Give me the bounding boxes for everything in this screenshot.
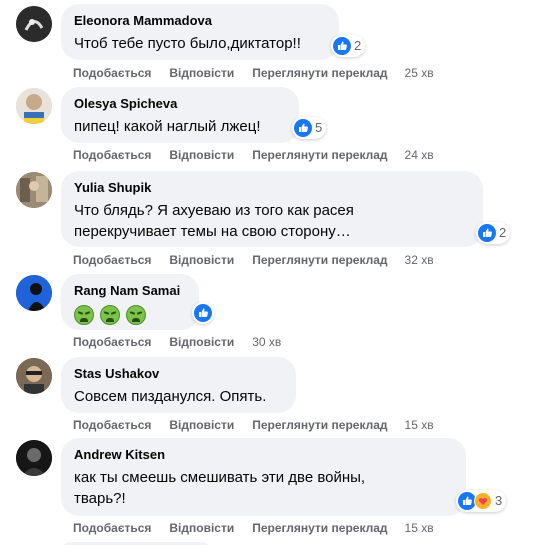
avatar-image bbox=[16, 440, 52, 476]
see-translation-button[interactable]: Переглянути переклад bbox=[252, 65, 387, 81]
avatar-image bbox=[16, 358, 52, 394]
timestamp[interactable]: 15 хв bbox=[405, 417, 434, 433]
comment-bubble: Yulia Shupik Что блядь? Я ахуеваю из тог… bbox=[61, 171, 483, 247]
comment-actions: Подобається Відповісти Переглянути перек… bbox=[73, 147, 434, 163]
see-translation-button[interactable]: Переглянути переклад bbox=[252, 417, 387, 433]
reply-button[interactable]: Відповісти bbox=[169, 334, 234, 350]
nauseated-face-icon bbox=[74, 305, 94, 325]
reply-button[interactable]: Відповісти bbox=[169, 65, 234, 81]
reaction-summary[interactable]: 5 bbox=[292, 117, 327, 139]
comment-bubble: Andrew Kitsen как ты смеешь смешивать эт… bbox=[61, 438, 466, 516]
reply-button[interactable]: Відповісти bbox=[169, 147, 234, 163]
reaction-summary[interactable]: 3 bbox=[456, 490, 507, 512]
like-button[interactable]: Подобається bbox=[73, 417, 151, 433]
comment-author[interactable]: Olesya Spicheva bbox=[74, 95, 287, 112]
timestamp[interactable]: 24 хв bbox=[405, 147, 434, 163]
avatar[interactable] bbox=[16, 440, 52, 476]
comment-actions: Подобається Відповісти Переглянути перек… bbox=[73, 520, 434, 536]
emoji-row bbox=[74, 305, 187, 325]
like-button[interactable]: Подобається bbox=[73, 252, 151, 268]
comment-text: Совсем пизданулся. Опять. bbox=[74, 388, 267, 405]
reaction-count: 5 bbox=[315, 120, 323, 135]
comment-text: пипец! какой наглый лжец! bbox=[74, 118, 261, 135]
avatar-image bbox=[16, 172, 52, 208]
comment-author[interactable]: Yulia Shupik bbox=[74, 179, 471, 196]
like-button[interactable]: Подобається bbox=[73, 334, 151, 350]
like-icon bbox=[294, 119, 312, 137]
like-icon bbox=[333, 37, 351, 55]
like-button[interactable]: Подобається bbox=[73, 520, 151, 536]
avatar[interactable] bbox=[16, 275, 52, 311]
comment-author[interactable]: Eleonora Mammadova bbox=[74, 12, 327, 29]
comment-actions: Подобається Відповісти Переглянути перек… bbox=[73, 417, 434, 433]
reaction-summary[interactable]: 2 bbox=[476, 222, 511, 244]
nauseated-face-icon bbox=[100, 305, 120, 325]
comment-author[interactable]: Rang Nam Samai bbox=[74, 282, 187, 299]
avatar-image bbox=[16, 88, 52, 124]
avatar[interactable] bbox=[16, 172, 52, 208]
reaction-summary[interactable] bbox=[192, 302, 214, 324]
reaction-count: 2 bbox=[354, 38, 362, 53]
see-translation-button[interactable]: Переглянути переклад bbox=[252, 147, 387, 163]
see-translation-button[interactable]: Переглянути переклад bbox=[252, 252, 387, 268]
care-icon bbox=[474, 492, 492, 510]
avatar-image bbox=[16, 275, 52, 311]
avatar-image bbox=[16, 6, 52, 42]
comment-bubble: Eleonora Mammadova Чтоб тебе пусто было,… bbox=[61, 4, 339, 60]
like-icon bbox=[478, 224, 496, 242]
comment-bubble: Olesya Spicheva пипец! какой наглый лжец… bbox=[61, 87, 299, 143]
like-button[interactable]: Подобається bbox=[73, 147, 151, 163]
timestamp[interactable]: 30 хв bbox=[252, 334, 281, 350]
reply-button[interactable]: Відповісти bbox=[169, 417, 234, 433]
like-icon bbox=[194, 304, 212, 322]
like-button[interactable]: Подобається bbox=[73, 65, 151, 81]
comment-actions: Подобається Відповісти 30 хв bbox=[73, 334, 281, 350]
reply-button[interactable]: Відповісти bbox=[169, 252, 234, 268]
comment-bubble: Stas Ushakov Совсем пизданулся. Опять. bbox=[61, 357, 296, 413]
comment-author[interactable]: Andrew Kitsen bbox=[74, 446, 454, 463]
comment-text: Что блядь? Я ахуеваю из того как расея п… bbox=[74, 202, 354, 240]
comment-text: как ты смеешь смешивать эти две войны, т… bbox=[74, 469, 366, 507]
reaction-summary[interactable]: 2 bbox=[331, 35, 366, 57]
comment-text: Чтоб тебе пусто было,диктатор!! bbox=[74, 35, 301, 52]
timestamp[interactable]: 32 хв bbox=[405, 252, 434, 268]
comment-bubble: Rang Nam Samai bbox=[61, 274, 199, 330]
comment-actions: Подобається Відповісти Переглянути перек… bbox=[73, 252, 434, 268]
reaction-count: 2 bbox=[499, 225, 507, 240]
comment-actions: Подобається Відповісти Переглянути перек… bbox=[73, 65, 434, 81]
avatar[interactable] bbox=[16, 6, 52, 42]
reply-button[interactable]: Відповісти bbox=[169, 520, 234, 536]
timestamp[interactable]: 25 хв bbox=[405, 65, 434, 81]
avatar[interactable] bbox=[16, 88, 52, 124]
avatar[interactable] bbox=[16, 358, 52, 394]
timestamp[interactable]: 15 хв bbox=[405, 520, 434, 536]
reaction-count: 3 bbox=[495, 493, 503, 508]
see-translation-button[interactable]: Переглянути переклад bbox=[252, 520, 387, 536]
nauseated-face-icon bbox=[126, 305, 146, 325]
comment-author[interactable]: Stas Ushakov bbox=[74, 365, 284, 382]
